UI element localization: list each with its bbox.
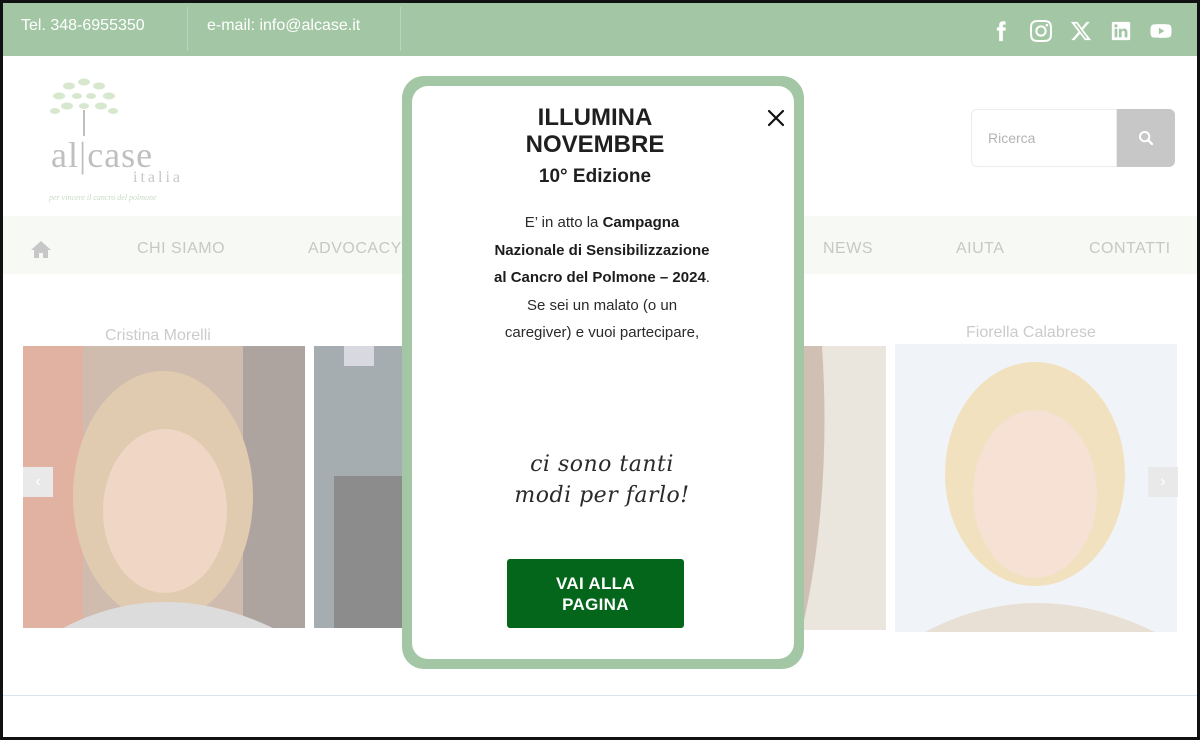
- script-line: ci sono tanti: [530, 452, 674, 477]
- linkedin-icon[interactable]: [1109, 19, 1133, 43]
- popup-body-intro: E’ in atto la: [524, 214, 603, 231]
- instagram-icon[interactable]: [1029, 19, 1053, 43]
- popup-content: ILLUMINA NOVEMBRE 10° Edizione E’ in att…: [412, 86, 794, 659]
- x-icon[interactable]: [1069, 19, 1093, 43]
- top-bar: Tel. 348-6955350 e-mail: info@alcase.it: [3, 3, 1197, 56]
- divider: [400, 7, 401, 51]
- go-to-page-button[interactable]: VAI ALLA PAGINA: [507, 559, 684, 628]
- page-frame: Tel. 348-6955350 e-mail: info@alcase.it: [0, 0, 1200, 740]
- facebook-icon[interactable]: [989, 19, 1013, 43]
- popup-script-text: ci sono tanti modi per farlo!: [482, 449, 722, 511]
- popup-modal: ILLUMINA NOVEMBRE 10° Edizione E’ in att…: [402, 76, 804, 669]
- popup-title: ILLUMINA NOVEMBRE: [525, 104, 665, 158]
- go-to-page-label: VAI ALLA PAGINA: [556, 573, 635, 614]
- phone-number[interactable]: Tel. 348-6955350: [21, 3, 145, 56]
- youtube-icon[interactable]: [1149, 19, 1173, 43]
- popup-subtitle: 10° Edizione: [538, 166, 652, 187]
- email-address[interactable]: e-mail: info@alcase.it: [207, 3, 360, 56]
- popup-body: E’ in atto la Campagna Nazionale di Sens…: [492, 209, 712, 347]
- divider: [187, 7, 188, 51]
- script-line: modi per farlo!: [514, 483, 690, 508]
